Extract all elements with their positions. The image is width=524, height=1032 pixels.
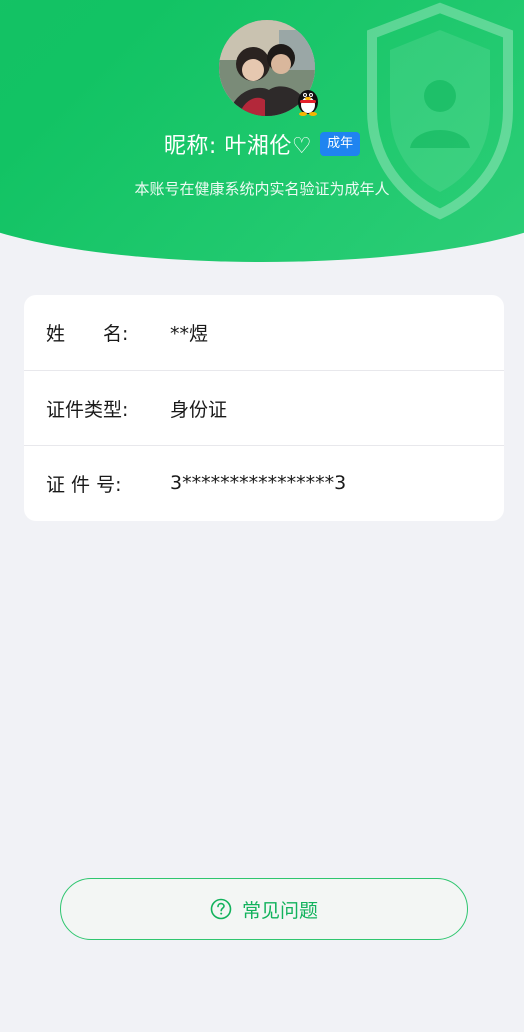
qq-penguin-icon bbox=[298, 90, 318, 116]
faq-button-label: 常见问题 bbox=[241, 899, 318, 922]
id-type-label: 证件类型: bbox=[46, 398, 129, 421]
id-number-label: 证 件 号: bbox=[46, 473, 122, 496]
name-value: **煜 bbox=[170, 323, 209, 345]
avatar-wrap bbox=[219, 20, 318, 116]
adult-badge: 成年 bbox=[320, 132, 361, 156]
info-row-name: 姓 名: **煜 bbox=[24, 295, 504, 370]
verification-notice: 本账号在健康系统内实名验证为成年人 bbox=[134, 180, 390, 198]
name-label: 姓 名: bbox=[46, 323, 129, 345]
nickname-row: 昵称: 叶湘伦♡ 成年 bbox=[0, 128, 524, 160]
info-row-id-type: 证件类型: 身份证 bbox=[24, 370, 504, 445]
help-circle-icon bbox=[210, 898, 232, 920]
identity-info-card: 姓 名: **煜 证件类型: 身份证 证 件 号: 3*************… bbox=[24, 295, 504, 521]
info-row-id-number: 证 件 号: 3****************3 bbox=[24, 445, 504, 520]
id-type-value: 身份证 bbox=[170, 398, 228, 421]
id-number-value: 3****************3 bbox=[170, 472, 347, 494]
nickname-text: 昵称: 叶湘伦♡ bbox=[163, 134, 313, 159]
faq-button[interactable]: 常见问题 bbox=[60, 878, 468, 940]
page: 昵称: 叶湘伦♡ 成年 本账号在健康系统内实名验证为成年人 姓 名: **煜 证… bbox=[0, 0, 524, 1032]
